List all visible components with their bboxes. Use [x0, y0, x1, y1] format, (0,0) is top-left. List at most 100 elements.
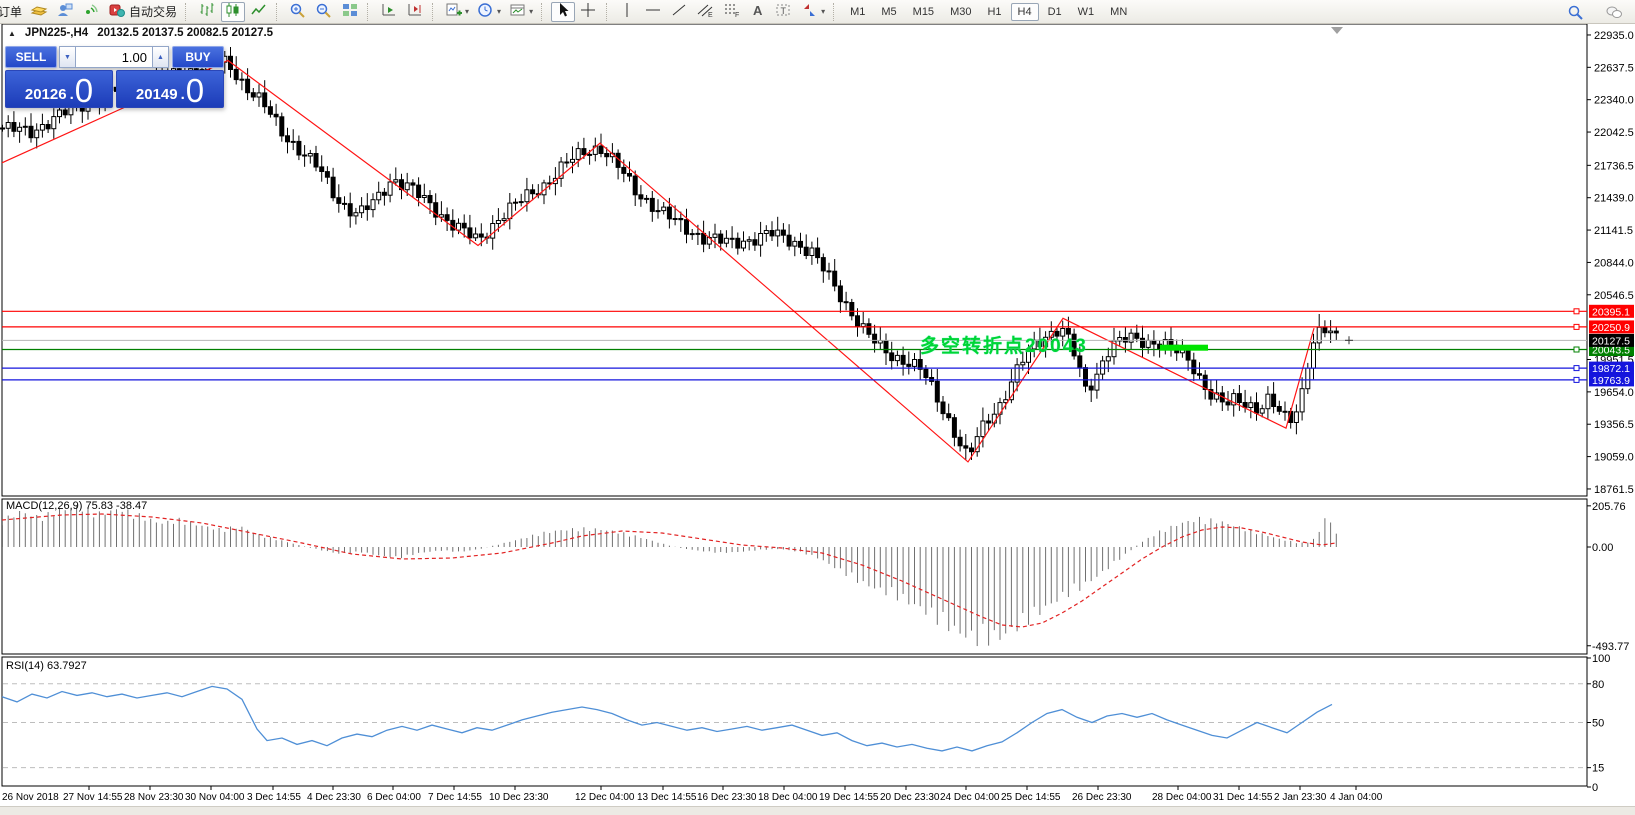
rsi-indicator-label: RSI(14) 63.7927 [6, 660, 87, 672]
time-axis-label: 4 Jan 04:00 [1330, 792, 1383, 803]
chart-text-annotation[interactable]: 多空转折点20043 [920, 331, 1088, 358]
zoom-in-button[interactable] [286, 2, 310, 22]
chart-shift-marker[interactable] [1331, 27, 1343, 34]
level-line-handle[interactable] [1574, 366, 1579, 371]
level-line-handle[interactable] [1574, 347, 1579, 352]
highlight-bar-object[interactable] [1160, 345, 1208, 351]
toolbar-separator [185, 3, 190, 21]
time-axis-label: 12 Dec 04:00 [575, 792, 635, 803]
horizontal-line-button[interactable] [642, 2, 666, 22]
timeframe-m15[interactable]: M15 [906, 3, 941, 21]
candlestick-mode-button[interactable] [221, 2, 245, 22]
level-line-handle[interactable] [1574, 377, 1579, 382]
price-level-badge: 19872.1 [1592, 363, 1630, 375]
timeframe-h4[interactable]: H4 [1011, 3, 1039, 21]
text-label-button[interactable]: T [772, 2, 796, 22]
bar-chart-mode-button[interactable] [195, 2, 219, 22]
toolbar: 新订单 自动交易 ▾ ▾ ▾ E F AT ▾ M1M5M15M30H1H4D1W1MN [0, 0, 1635, 24]
channel-icon: E [697, 2, 715, 21]
rsi-pane [2, 684, 1587, 768]
price-axis-label: 22042.5 [1594, 127, 1634, 139]
zigzag-trendline[interactable] [2, 61, 1314, 462]
rsi-line [2, 686, 1332, 751]
timeframe-h1[interactable]: H1 [980, 3, 1008, 21]
bottom-scroll-strip[interactable] [0, 806, 1635, 815]
vline-icon [619, 2, 637, 21]
level-line-handle[interactable] [1574, 324, 1579, 329]
sell-button[interactable]: SELL [5, 46, 57, 68]
price-chart: 22935.022637.522340.022042.521736.521439… [0, 0, 1635, 806]
time-axis-label: 27 Nov 14:55 [63, 792, 123, 803]
mt4-terminal-window: 22935.022637.522340.022042.521736.521439… [0, 0, 1635, 815]
chart-shift-button[interactable] [403, 2, 427, 22]
period-profiles-button[interactable]: ▾ [474, 2, 504, 22]
toolbar-separator [606, 3, 611, 21]
timeframe-d1[interactable]: D1 [1041, 3, 1069, 21]
indwindow-icon [509, 2, 527, 21]
time-axis-label: 26 Nov 2018 [2, 792, 59, 803]
buy-button[interactable]: BUY [172, 46, 224, 68]
macd-axis-label: 0.00 [1592, 542, 1613, 554]
arrow-objects-button[interactable]: ▾ [798, 2, 828, 22]
price-level-badge: 20250.9 [1592, 322, 1630, 334]
volume-increase-button[interactable]: ▲ [152, 46, 169, 68]
time-axis-label: 25 Dec 14:55 [1001, 792, 1061, 803]
indicator-windows-button[interactable]: ▾ [506, 2, 536, 22]
search-icon[interactable] [1564, 2, 1588, 22]
chevron-down-icon[interactable]: ▾ [529, 7, 533, 16]
navigator-button[interactable] [53, 2, 77, 22]
market-watch-button[interactable] [27, 2, 51, 22]
macd-axis-label: 205.76 [1592, 501, 1626, 513]
volume-input[interactable] [76, 46, 152, 68]
svg-text:F: F [735, 12, 739, 18]
sell-price-button[interactable]: 20126.0 [5, 70, 113, 108]
new-order-label: 新订单 [0, 3, 22, 20]
auto-scroll-button[interactable] [377, 2, 401, 22]
new-chart-button[interactable]: ▾ [442, 2, 472, 22]
timeframe-w1[interactable]: W1 [1071, 3, 1102, 21]
chartshift-icon [406, 2, 424, 21]
toolbar-separator [367, 3, 372, 21]
macd-indicator-label: MACD(12,26,9) 75.83 -38.47 [6, 500, 147, 512]
buy-price-button[interactable]: 20149.0 [116, 70, 224, 108]
chat-icon[interactable] [1602, 2, 1626, 22]
collapse-trade-panel-arrow[interactable]: ▲ [8, 29, 16, 38]
timeframe-m5[interactable]: M5 [874, 3, 903, 21]
crosshair-button[interactable] [577, 2, 601, 22]
chevron-down-icon[interactable]: ▾ [465, 7, 469, 16]
equidistant-channel-button[interactable]: E [694, 2, 718, 22]
time-axis-label: 2 Jan 23:30 [1274, 792, 1327, 803]
tile-windows-button[interactable] [338, 2, 362, 22]
toolbar-separator [432, 3, 437, 21]
time-axis-label: 31 Dec 14:55 [1213, 792, 1273, 803]
timeframe-mn[interactable]: MN [1103, 3, 1134, 21]
new-order-button[interactable]: 新订单 [0, 2, 25, 22]
text-button[interactable]: A [746, 2, 770, 22]
timeframe-m30[interactable]: M30 [943, 3, 978, 21]
vertical-line-button[interactable] [616, 2, 640, 22]
chevron-down-icon[interactable]: ▾ [497, 7, 501, 16]
signals-button[interactable] [79, 2, 103, 22]
time-axis-label: 28 Nov 23:30 [124, 792, 184, 803]
chevron-down-icon[interactable]: ▾ [821, 7, 825, 16]
price-axis-label: 20546.5 [1594, 290, 1634, 302]
level-line-handle[interactable] [1574, 309, 1579, 314]
cursor-button[interactable] [551, 2, 575, 22]
fibonacci-retracement-button[interactable]: F [720, 2, 744, 22]
clock-icon [477, 2, 495, 21]
price-axis: 22935.022637.522340.022042.521736.521439… [1587, 30, 1634, 794]
price-axis-label: 21439.0 [1594, 193, 1634, 205]
cursor-icon [554, 2, 572, 21]
sell-price-big-digit: 0 [75, 77, 93, 105]
line-chart-mode-button[interactable] [247, 2, 271, 22]
zoom-out-button[interactable] [312, 2, 336, 22]
textT-icon: T [775, 2, 793, 21]
timeframe-m1[interactable]: M1 [843, 3, 872, 21]
auto-trading-button[interactable]: 自动交易 [105, 2, 180, 22]
volume-decrease-button[interactable]: ▼ [59, 46, 76, 68]
time-axis-label: 16 Dec 23:30 [697, 792, 757, 803]
time-axis-label: 7 Dec 14:55 [428, 792, 482, 803]
auto-trading-label: 自动交易 [129, 3, 177, 20]
price-level-badge: 19763.9 [1592, 375, 1630, 387]
trendline-button[interactable] [668, 2, 692, 22]
